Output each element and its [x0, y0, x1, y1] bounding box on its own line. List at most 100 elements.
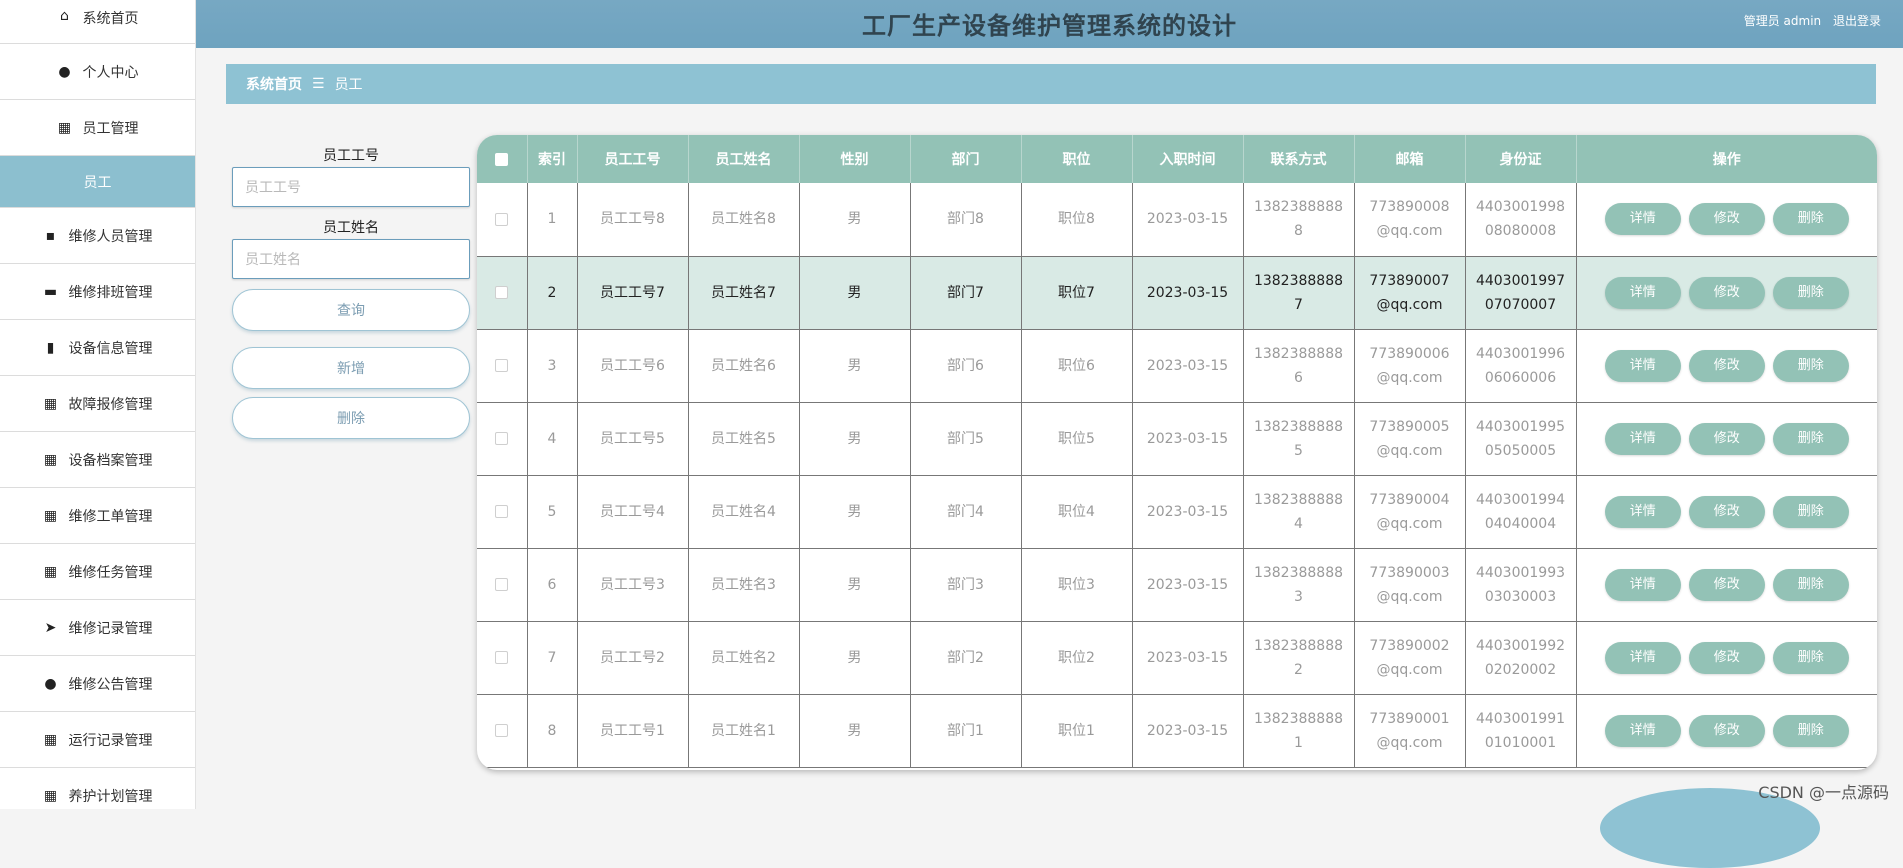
table-row: 5员工工号4员工姓名4男部门4职位42023-03-15138238888847…	[477, 475, 1877, 548]
sidebar-item-label: 员工管理	[83, 118, 139, 138]
cell-phone: 13823888886	[1243, 329, 1354, 402]
delete-button[interactable]: 删除	[1773, 277, 1849, 309]
edit-button[interactable]: 修改	[1689, 569, 1765, 601]
sidebar-item-14[interactable]: ▦运行记录管理	[0, 712, 195, 768]
detail-button[interactable]: 详情	[1605, 569, 1681, 601]
edit-button[interactable]: 修改	[1689, 715, 1765, 747]
select-all-cell	[477, 135, 527, 183]
cell-date: 2023-03-15	[1132, 402, 1243, 475]
delete-button[interactable]: 删除	[1773, 350, 1849, 382]
row-select-cell	[477, 621, 527, 694]
delete-button[interactable]: 删除	[1773, 203, 1849, 235]
detail-button[interactable]: 详情	[1605, 642, 1681, 674]
delete-button[interactable]: 删除	[1773, 496, 1849, 528]
cell-dept: 部门7	[910, 256, 1021, 329]
row-checkbox[interactable]	[495, 432, 508, 445]
cell-emp_id: 员工工号7	[577, 256, 688, 329]
cell-phone: 13823888884	[1243, 475, 1354, 548]
grid-icon: ▦	[57, 120, 73, 136]
delete-button[interactable]: 删除	[1773, 715, 1849, 747]
edit-button[interactable]: 修改	[1689, 203, 1765, 235]
user-label: 管理员 admin	[1744, 14, 1821, 28]
cell-actions: 详情修改删除	[1576, 548, 1877, 621]
sidebar-item-5[interactable]: ▪维修人员管理	[0, 208, 195, 264]
cell-dept: 部门4	[910, 475, 1021, 548]
sidebar-item-15[interactable]: ▦养护计划管理	[0, 768, 195, 809]
sidebar-item-9[interactable]: ▦设备档案管理	[0, 432, 195, 488]
grid-icon: ▦	[43, 788, 59, 804]
row-checkbox[interactable]	[495, 578, 508, 591]
sidebar-item-2[interactable]: ●个人中心	[0, 44, 195, 100]
cell-dept: 部门2	[910, 621, 1021, 694]
cell-email: 773890002@qq.com	[1354, 621, 1465, 694]
sidebar-item-label: 故障报修管理	[69, 394, 153, 414]
sidebar-item-13[interactable]: ●维修公告管理	[0, 656, 195, 712]
cell-dept: 部门3	[910, 548, 1021, 621]
delete-selected-button[interactable]: 删除	[232, 397, 470, 439]
detail-button[interactable]: 详情	[1605, 496, 1681, 528]
sidebar-item-4[interactable]: 员工	[0, 156, 195, 208]
sidebar-item-7[interactable]: ▮设备信息管理	[0, 320, 195, 376]
edit-button[interactable]: 修改	[1689, 277, 1765, 309]
row-checkbox[interactable]	[495, 286, 508, 299]
add-button[interactable]: 新增	[232, 347, 470, 389]
edit-button[interactable]: 修改	[1689, 423, 1765, 455]
cell-index: 7	[527, 621, 577, 694]
row-select-cell	[477, 548, 527, 621]
edit-button[interactable]: 修改	[1689, 496, 1765, 528]
cell-name: 员工姓名3	[688, 548, 799, 621]
cell-actions: 详情修改删除	[1576, 329, 1877, 402]
row-select-cell	[477, 402, 527, 475]
sidebar-item-11[interactable]: ▦维修任务管理	[0, 544, 195, 600]
detail-button[interactable]: 详情	[1605, 277, 1681, 309]
cell-name: 员工姓名1	[688, 694, 799, 767]
delete-button[interactable]: 删除	[1773, 642, 1849, 674]
employee-name-label: 员工姓名	[232, 217, 470, 239]
row-checkbox[interactable]	[495, 359, 508, 372]
detail-button[interactable]: 详情	[1605, 715, 1681, 747]
row-select-cell	[477, 183, 527, 256]
query-button[interactable]: 查询	[232, 289, 470, 331]
table-row: 3员工工号6员工姓名6男部门6职位62023-03-15138238888867…	[477, 329, 1877, 402]
cell-position: 职位7	[1021, 256, 1132, 329]
employee-name-input[interactable]	[232, 239, 470, 279]
table-header-row: 索引员工工号员工姓名性别部门职位入职时间联系方式邮箱身份证操作	[477, 135, 1877, 183]
row-checkbox[interactable]	[495, 651, 508, 664]
grid-icon: ▦	[43, 732, 59, 748]
sidebar-item-8[interactable]: ▦故障报修管理	[0, 376, 195, 432]
cell-gender: 男	[799, 621, 910, 694]
delete-button[interactable]: 删除	[1773, 423, 1849, 455]
edit-button[interactable]: 修改	[1689, 642, 1765, 674]
row-checkbox[interactable]	[495, 505, 508, 518]
grid-icon: ▦	[43, 564, 59, 580]
column-header: 性别	[799, 135, 910, 183]
cell-idcard: 440300199505050005	[1465, 402, 1576, 475]
sidebar-item-12[interactable]: ➤维修记录管理	[0, 600, 195, 656]
cell-dept: 部门8	[910, 183, 1021, 256]
row-select-cell	[477, 256, 527, 329]
detail-button[interactable]: 详情	[1605, 350, 1681, 382]
employee-id-input[interactable]	[232, 167, 470, 207]
logout-link[interactable]: 退出登录	[1833, 14, 1881, 28]
sidebar-item-1[interactable]: ⌂系统首页	[0, 0, 195, 44]
send-icon: ➤	[43, 620, 59, 636]
cell-idcard: 440300199202020002	[1465, 621, 1576, 694]
cell-actions: 详情修改删除	[1576, 694, 1877, 767]
select-all-checkbox[interactable]	[495, 153, 508, 166]
cell-index: 1	[527, 183, 577, 256]
cell-name: 员工姓名4	[688, 475, 799, 548]
row-checkbox[interactable]	[495, 213, 508, 226]
breadcrumb-home[interactable]: 系统首页	[246, 74, 302, 94]
edit-button[interactable]: 修改	[1689, 350, 1765, 382]
row-checkbox[interactable]	[495, 724, 508, 737]
sidebar-item-10[interactable]: ▦维修工单管理	[0, 488, 195, 544]
delete-button[interactable]: 删除	[1773, 569, 1849, 601]
cell-emp_id: 员工工号1	[577, 694, 688, 767]
sidebar-item-label: 维修公告管理	[69, 674, 153, 694]
detail-button[interactable]: 详情	[1605, 423, 1681, 455]
sidebar-item-3[interactable]: ▦ 员工管理	[0, 100, 195, 156]
cell-email: 773890008@qq.com	[1354, 183, 1465, 256]
sidebar-item-6[interactable]: ▬维修排班管理	[0, 264, 195, 320]
detail-button[interactable]: 详情	[1605, 203, 1681, 235]
sidebar-item-label: 设备档案管理	[69, 450, 153, 470]
